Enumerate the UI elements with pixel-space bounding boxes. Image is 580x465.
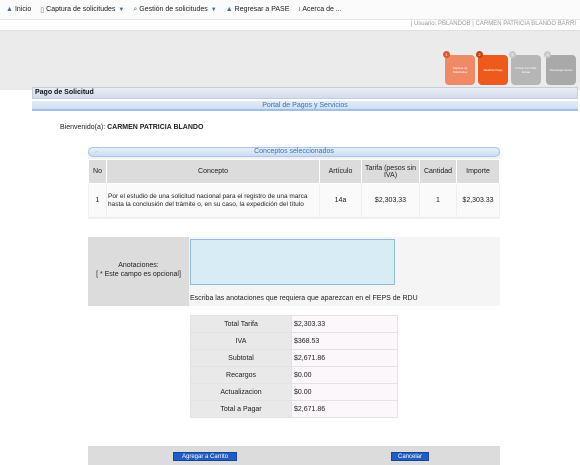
- cell-articulo: 14a: [319, 183, 362, 218]
- concepts-title-bar: ◦◦ Conceptos seleccionados: [88, 147, 500, 157]
- cancel-button[interactable]: Cancelar: [391, 452, 429, 461]
- annotations-hint: Escriba las anotaciones que requiera que…: [190, 295, 418, 302]
- up-arrow-icon: ▲: [225, 6, 233, 13]
- iva-value: $368.53: [291, 332, 398, 350]
- add-to-cart-button[interactable]: Agregar a Carrito: [173, 452, 237, 461]
- step-label: Firmar con FIEL Enviar: [515, 66, 537, 74]
- menu-inicio-label: Inicio: [14, 6, 32, 13]
- menu-gestion-solicitudes[interactable]: ⌕ Gestión de solicitudes ▼: [133, 6, 216, 14]
- totals-row: Actualizacion $0.00: [190, 383, 398, 401]
- step-label: Captura de Solicitudes: [452, 66, 468, 74]
- total-tarifa-label: Total Tarifa: [190, 315, 292, 333]
- annotations-label: Anotaciones: [ * Este campo es opcional]: [88, 237, 189, 306]
- col-articulo: Artículo: [319, 159, 362, 184]
- col-cantidad: Cantidad: [419, 159, 457, 184]
- recargos-value: $0.00: [291, 366, 398, 384]
- totals-row: Total Tarifa $2,303.33: [190, 315, 398, 333]
- annotations-optional-note: [ * Este campo es opcional]: [96, 271, 181, 278]
- welcome-prefix: Bienvenido(a):: [60, 124, 106, 131]
- cell-importe: $2,303.33: [456, 183, 500, 218]
- iva-label: IVA: [190, 332, 292, 350]
- annotations-textarea[interactable]: [190, 239, 395, 285]
- cell-no: 1: [88, 183, 107, 218]
- menu-regresar-pase[interactable]: ▲ Regresar a PASE: [226, 6, 290, 13]
- step-label: Realizar Pago: [483, 68, 503, 72]
- cell-cantidad: 1: [419, 183, 457, 218]
- step-4-descargar[interactable]: 4 Descargar Acuse: [544, 51, 576, 85]
- chevron-down-icon: ▼: [210, 6, 217, 13]
- step-label: Descargar Acuse: [549, 68, 573, 72]
- table-header-row: No Concepto Artículo Tarifa (pesos sin I…: [88, 159, 500, 184]
- up-arrow-icon: ▲: [6, 6, 13, 13]
- portal-title: Portal de Pagos y Servicios: [32, 101, 578, 111]
- step-number: 3: [509, 51, 516, 58]
- top-menu-bar: ▲ Inicio ▯ Captura de solicitudes ▼ ⌕ Ge…: [0, 0, 580, 20]
- col-concepto: Concepto: [106, 159, 320, 184]
- step-number: 2: [476, 51, 483, 58]
- welcome-message: Bienvenido(a): CARMEN PATRICIA BLANDO: [60, 124, 203, 131]
- menu-regresar-label: Regresar a PASE: [234, 6, 290, 13]
- actualizacion-label: Actualizacion: [190, 383, 292, 401]
- totals-row: IVA $368.53: [190, 332, 398, 350]
- menu-acerca-de[interactable]: ı Acerca de ...: [298, 6, 341, 13]
- totals-row: Recargos $0.00: [190, 366, 398, 384]
- subtotal-label: Subtotal: [190, 349, 292, 367]
- step-number: 4: [544, 51, 551, 58]
- cell-tarifa: $2,303.33: [361, 183, 420, 218]
- concepts-table: No Concepto Artículo Tarifa (pesos sin I…: [88, 159, 500, 218]
- recargos-label: Recargos: [190, 366, 292, 384]
- totals-row: Total a Pagar $2,671.86: [190, 400, 398, 418]
- menu-captura-solicitudes[interactable]: ▯ Captura de solicitudes ▼: [40, 6, 124, 14]
- concepts-title: Conceptos seleccionados: [254, 148, 334, 155]
- total-tarifa-value: $2,303.33: [291, 315, 398, 333]
- user-info: | Usuario: PBLANDOB | CARMEN PATRICIA BL…: [410, 21, 576, 27]
- col-tarifa: Tarifa (pesos sin IVA): [361, 159, 420, 184]
- table-row: 1 Por el estudio de una solicitud nacion…: [88, 183, 500, 218]
- info-icon: ı: [298, 6, 301, 13]
- step-2-pago[interactable]: 2 Realizar Pago: [476, 51, 508, 85]
- concepts-panel: ◦◦ Conceptos seleccionados No Concepto A…: [88, 147, 500, 219]
- step-number: 1: [443, 51, 450, 58]
- menu-acerca-label: Acerca de ...: [302, 6, 342, 13]
- collapse-icon[interactable]: ◦◦: [95, 148, 98, 156]
- section-title: Pago de Solicitud: [32, 87, 578, 99]
- col-importe: Importe: [456, 159, 500, 184]
- search-icon: ⌕: [133, 5, 138, 13]
- welcome-name: CARMEN PATRICIA BLANDO: [107, 124, 204, 131]
- col-no: No: [88, 159, 107, 184]
- actualizacion-value: $0.00: [291, 383, 398, 401]
- document-icon: ▯: [40, 6, 45, 14]
- action-bar: Agregar a Carrito Cancelar: [88, 446, 500, 465]
- annotations-label-text: Anotaciones:: [118, 262, 159, 269]
- step-1-captura[interactable]: 1 Captura de Solicitudes: [443, 51, 475, 85]
- totals-table: Total Tarifa $2,303.33 IVA $368.53 Subto…: [190, 315, 398, 418]
- annotations-panel: Anotaciones: [ * Este campo es opcional]…: [88, 237, 500, 306]
- total-a-pagar-label: Total a Pagar: [190, 400, 292, 418]
- subtotal-value: $2,671.86: [291, 349, 398, 367]
- chevron-down-icon: ▼: [118, 6, 125, 13]
- totals-row: Subtotal $2,671.86: [190, 349, 398, 367]
- menu-gestion-label: Gestión de solicitudes: [139, 6, 208, 13]
- menu-inicio[interactable]: ▲ Inicio: [6, 6, 31, 13]
- total-a-pagar-value: $2,671.86: [291, 400, 398, 418]
- menu-captura-label: Captura de solicitudes: [46, 6, 116, 13]
- cell-concepto: Por el estudio de una solicitud nacional…: [106, 183, 320, 218]
- step-3-firmar[interactable]: 3 Firmar con FIEL Enviar: [509, 51, 541, 85]
